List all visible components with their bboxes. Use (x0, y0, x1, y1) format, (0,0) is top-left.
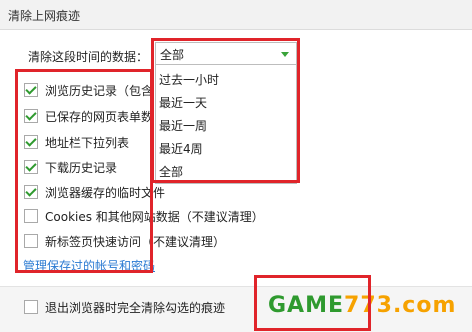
title-bar: 清除上网痕迹 (0, 0, 472, 30)
highlight-box-button (254, 275, 371, 331)
time-range-label: 清除这段时间的数据： (28, 50, 149, 64)
highlight-box-checkboxes (15, 69, 153, 273)
highlight-box-dropdown (151, 38, 300, 183)
checkbox-clear-on-exit[interactable] (24, 300, 38, 314)
checkbox-label-clear-on-exit: 退出浏览器时完全清除勾选的痕迹 (45, 301, 226, 315)
window-title: 清除上网痕迹 (8, 9, 81, 23)
